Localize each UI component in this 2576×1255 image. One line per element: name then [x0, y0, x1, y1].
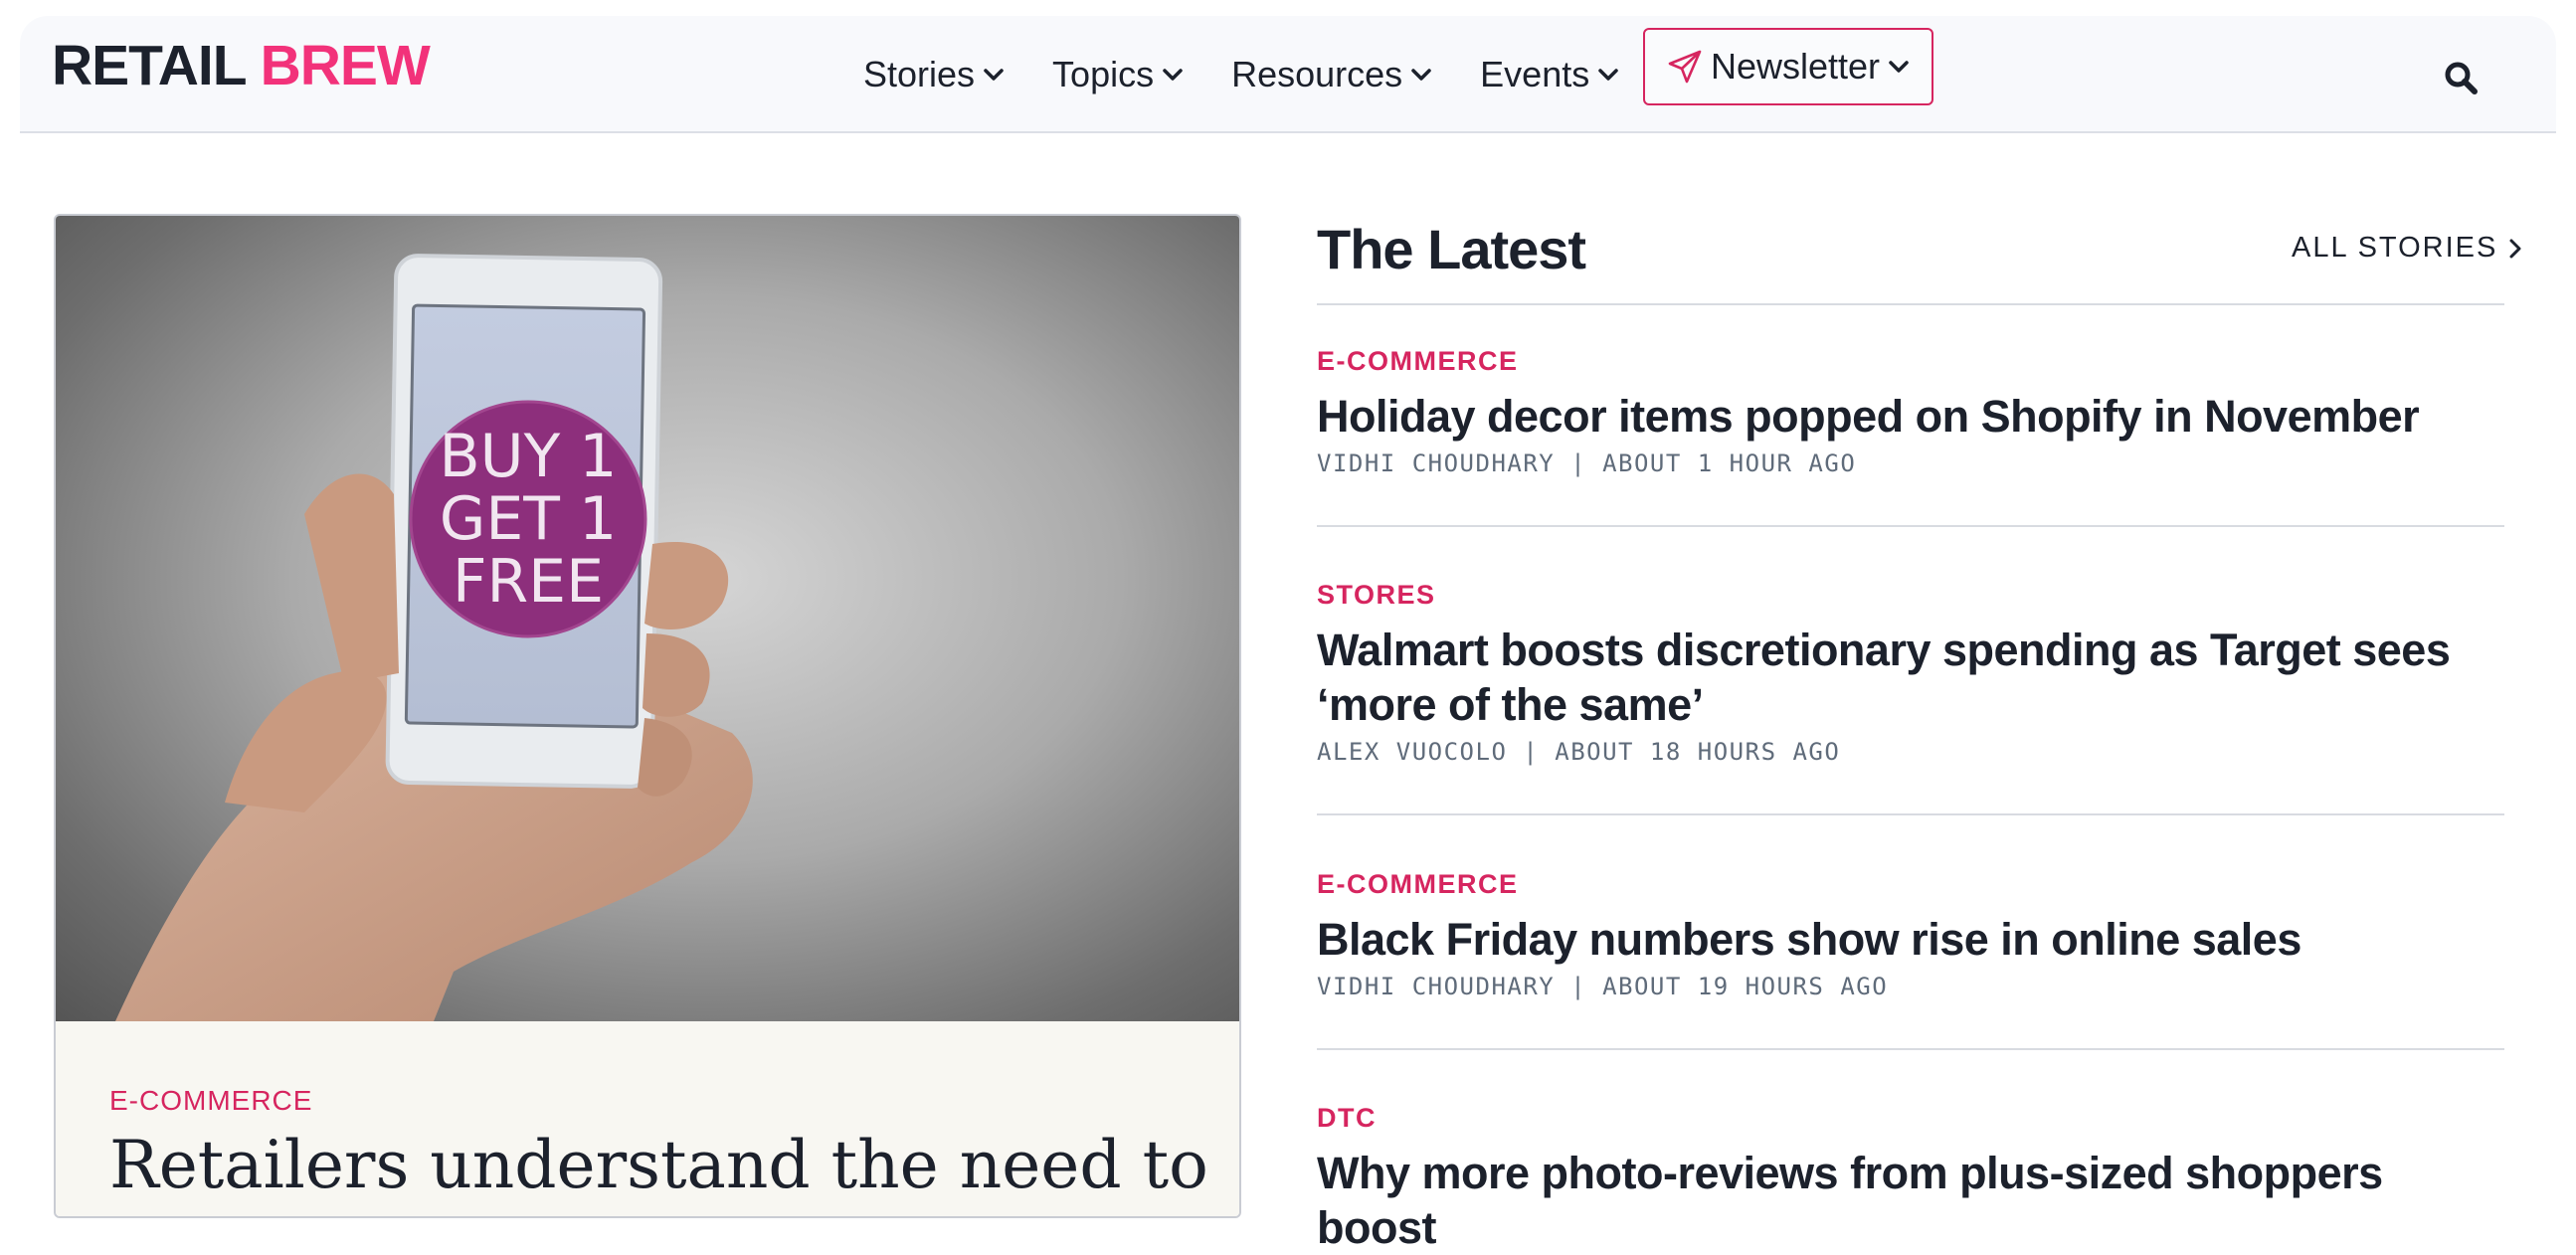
chevron-down-icon	[983, 68, 1005, 82]
story-category[interactable]: E-COMMERCE	[1317, 871, 2504, 898]
featured-story-body: E-COMMERCE Retailers understand the need…	[56, 1021, 1239, 1216]
story-category[interactable]: STORES	[1317, 582, 2504, 609]
newsletter-label: Newsletter	[1710, 46, 1881, 87]
nav-topics[interactable]: Topics	[1052, 49, 1184, 100]
nav-stories-label: Stories	[863, 54, 976, 94]
story-byline: ALEX VUOCOLO | ABOUT 18 HOURS AGO	[1317, 738, 1841, 766]
list-item: STORES Walmart boosts discretionary spen…	[1317, 582, 2504, 815]
story-title[interactable]: Walmart boosts discretionary spending as…	[1317, 623, 2504, 732]
logo-brew: BREW	[260, 34, 431, 97]
divider	[1317, 303, 2504, 305]
nav-events-label: Events	[1480, 54, 1590, 94]
logo-retail: RETAIL	[52, 34, 248, 97]
story-category[interactable]: DTC	[1317, 1105, 2504, 1132]
chevron-down-icon	[1162, 68, 1184, 82]
site-header: RETAIL BREW Stories Topics Resources Even…	[20, 16, 2556, 133]
chevron-down-icon	[1597, 68, 1619, 82]
search-button[interactable]	[2439, 58, 2483, 101]
list-item: E-COMMERCE Holiday decor items popped on…	[1317, 348, 2504, 527]
featured-story-category[interactable]: E-COMMERCE	[109, 1085, 312, 1117]
featured-story-image: BUY 1 GET 1 FREE	[56, 216, 1239, 1021]
story-title[interactable]: Holiday decor items popped on Shopify in…	[1317, 389, 2504, 444]
promo-line-1: BUY 1	[440, 422, 618, 491]
nav-events[interactable]: Events	[1480, 49, 1619, 100]
divider	[1317, 525, 2504, 527]
hand-phone-illustration: BUY 1 GET 1 FREE	[115, 254, 753, 1021]
promo-line-3: FREE	[453, 547, 604, 617]
nav-resources-label: Resources	[1231, 54, 1403, 94]
nav-stories[interactable]: Stories	[863, 49, 1005, 100]
latest-heading: The Latest	[1317, 218, 1586, 280]
all-stories-label: ALL STORIES	[2292, 232, 2498, 264]
story-title[interactable]: Why more photo-reviews from plus-sized s…	[1317, 1146, 2504, 1255]
all-stories-link[interactable]: ALL STORIES	[2292, 232, 2521, 265]
divider	[1317, 813, 2504, 815]
list-item: DTC Why more photo-reviews from plus-siz…	[1317, 1105, 2504, 1255]
nav-resources[interactable]: Resources	[1231, 49, 1432, 100]
chevron-right-icon	[2509, 239, 2521, 259]
story-category[interactable]: E-COMMERCE	[1317, 348, 2504, 375]
list-item: E-COMMERCE Black Friday numbers show ris…	[1317, 871, 2504, 1050]
nav-topics-label: Topics	[1052, 54, 1155, 94]
story-byline: VIDHI CHOUDHARY | ABOUT 1 HOUR AGO	[1317, 449, 1857, 477]
story-title[interactable]: Black Friday numbers show rise in online…	[1317, 912, 2504, 967]
chevron-down-icon	[1888, 60, 1910, 74]
featured-story-title[interactable]: Retailers understand the need to	[109, 1127, 1208, 1203]
site-logo[interactable]: RETAIL BREW	[52, 38, 431, 94]
newsletter-button[interactable]: Newsletter	[1643, 28, 1933, 105]
chevron-down-icon	[1410, 68, 1432, 82]
divider	[1317, 1048, 2504, 1050]
promo-line-2: GET 1	[440, 484, 617, 554]
featured-story-card[interactable]: BUY 1 GET 1 FREE E-COMMERCE Retailers un…	[54, 214, 1241, 1218]
search-icon	[2444, 61, 2478, 99]
send-icon	[1667, 49, 1703, 85]
main-nav: Stories Topics Resources Events	[863, 16, 1667, 133]
story-byline: VIDHI CHOUDHARY | ABOUT 19 HOURS AGO	[1317, 973, 1889, 1000]
